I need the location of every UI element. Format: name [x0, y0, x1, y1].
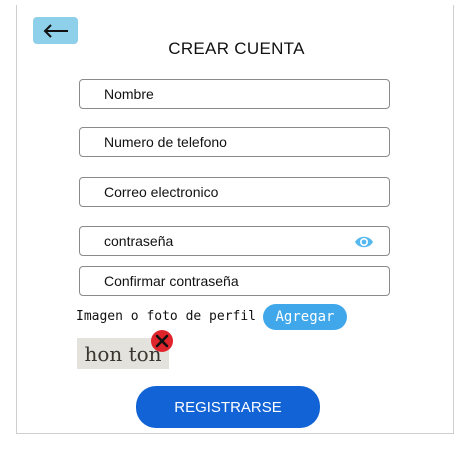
phone-field[interactable]: Numero de telefono: [79, 127, 390, 157]
confirm-password-placeholder: Confirmar contraseña: [104, 273, 239, 289]
eye-icon[interactable]: [354, 234, 374, 250]
name-field[interactable]: Nombre: [79, 79, 390, 109]
name-field-placeholder: Nombre: [104, 86, 154, 102]
page-title: CREAR CUENTA: [168, 39, 305, 58]
add-photo-button[interactable]: Agregar: [263, 304, 347, 330]
profile-photo-label: Imagen o foto de perfil: [76, 309, 257, 324]
screen-frame: [16, 5, 454, 434]
password-field-placeholder: contraseña: [104, 233, 174, 249]
password-field[interactable]: contraseña: [79, 226, 390, 256]
arrow-left-icon: [43, 23, 68, 38]
register-button[interactable]: REGISTRARSE: [136, 386, 320, 428]
email-field-placeholder: Correo electronico: [104, 184, 219, 200]
confirm-password-field[interactable]: Confirmar contraseña: [79, 266, 390, 296]
phone-field-placeholder: Numero de telefono: [104, 134, 227, 150]
email-field[interactable]: Correo electronico: [79, 177, 390, 207]
close-circle-icon[interactable]: [150, 329, 174, 353]
